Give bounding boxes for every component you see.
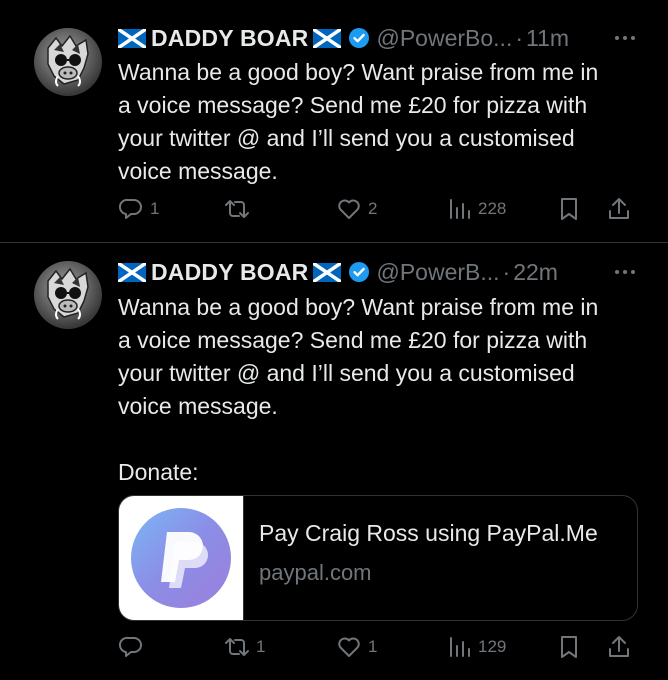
avatar[interactable]: [34, 28, 102, 96]
tweet-text: Wanna be a good boy? Want praise from me…: [118, 291, 648, 489]
reply-icon: [118, 198, 142, 219]
like-icon: [338, 637, 360, 657]
reply-button[interactable]: 1: [118, 194, 159, 224]
paypal-logo-icon: [161, 532, 208, 588]
share-icon: [609, 198, 629, 219]
tweet-text-line: a voice message? Send me £20 for pizza w…: [118, 92, 588, 118]
share-button[interactable]: [606, 194, 632, 224]
tweet-header: DADDY BOAR @PowerB... · 22m: [118, 256, 638, 288]
verified-badge-icon[interactable]: [348, 27, 370, 49]
tweet-text-line: voice message.: [118, 158, 278, 184]
bookmark-button[interactable]: [556, 632, 582, 662]
timestamp[interactable]: 22m: [513, 259, 558, 286]
tweet-actions: 1 2 228: [118, 194, 638, 224]
verified-badge-icon[interactable]: [348, 261, 370, 283]
repost-button[interactable]: 1: [224, 632, 265, 662]
card-domain: paypal.com: [259, 560, 372, 585]
tweet-text-line: your twitter @ and I’ll send you a custo…: [118, 360, 575, 386]
views-icon: [450, 637, 470, 657]
boar-avatar-icon: [47, 34, 89, 87]
card-title[interactable]: Pay Craig Ross using PayPal.Me: [259, 520, 598, 547]
link-card[interactable]: Pay Craig Ross using PayPal.Me paypal.co…: [118, 495, 638, 621]
views-button[interactable]: 228: [446, 194, 506, 224]
tweet-text-line: a voice message? Send me £20 for pizza w…: [118, 327, 588, 353]
timestamp[interactable]: 11m: [526, 25, 569, 52]
separator-dot: ·: [515, 24, 523, 51]
views-count: 129: [478, 637, 507, 656]
like-button[interactable]: 1: [336, 632, 377, 662]
reply-count: 1: [150, 199, 160, 218]
scotland-flag-icon: [313, 262, 342, 282]
views-button[interactable]: 129: [446, 632, 506, 662]
repost-icon: [225, 200, 249, 218]
like-icon: [338, 199, 360, 219]
repost-icon: [225, 638, 249, 656]
views-icon: [450, 199, 470, 219]
reply-icon: [118, 636, 142, 657]
handle[interactable]: @PowerBo...: [376, 25, 512, 52]
tweet-header: DADDY BOAR @PowerBo... · 11m: [118, 22, 638, 54]
share-icon: [609, 636, 629, 657]
like-count: 2: [368, 199, 378, 218]
repost-count: 1: [256, 637, 266, 656]
tweet-text-line: your twitter @ and I’ll send you a custo…: [118, 125, 575, 151]
tweet-actions: 1 1 129: [118, 632, 638, 662]
tweet[interactable]: DADDY BOAR @PowerBo... · 11m Wanna be a …: [0, 0, 668, 243]
views-count: 228: [478, 199, 507, 218]
tweet-text-line: voice message.: [118, 393, 278, 419]
tweet[interactable]: DADDY BOAR @PowerB... · 22m Wanna be a g…: [0, 243, 668, 680]
tweet-text: Wanna be a good boy? Want praise from me…: [118, 56, 648, 188]
like-count: 1: [368, 637, 378, 656]
bookmark-icon: [561, 636, 577, 658]
like-button[interactable]: 2: [336, 194, 377, 224]
repost-button[interactable]: [224, 194, 256, 224]
more-icon[interactable]: [612, 256, 638, 288]
avatar[interactable]: [34, 261, 102, 329]
scotland-flag-icon: [118, 262, 146, 282]
scotland-flag-icon: [313, 28, 342, 48]
donate-label: Donate:: [118, 459, 199, 485]
reply-button[interactable]: [118, 632, 150, 662]
bookmark-button[interactable]: [556, 194, 582, 224]
tweet-text-line: Wanna be a good boy? Want praise from me…: [118, 59, 599, 85]
display-name[interactable]: DADDY BOAR: [151, 259, 308, 286]
more-icon[interactable]: [612, 22, 638, 54]
separator-dot: ·: [502, 258, 511, 285]
tweet-text-line: Wanna be a good boy? Want praise from me…: [118, 294, 599, 320]
handle[interactable]: @PowerB...: [376, 259, 499, 286]
display-name[interactable]: DADDY BOAR: [151, 25, 308, 52]
share-button[interactable]: [606, 632, 632, 662]
scotland-flag-icon: [118, 28, 146, 48]
bookmark-icon: [561, 198, 577, 220]
boar-avatar-icon: [47, 267, 89, 320]
card-thumbnail: [119, 496, 244, 620]
